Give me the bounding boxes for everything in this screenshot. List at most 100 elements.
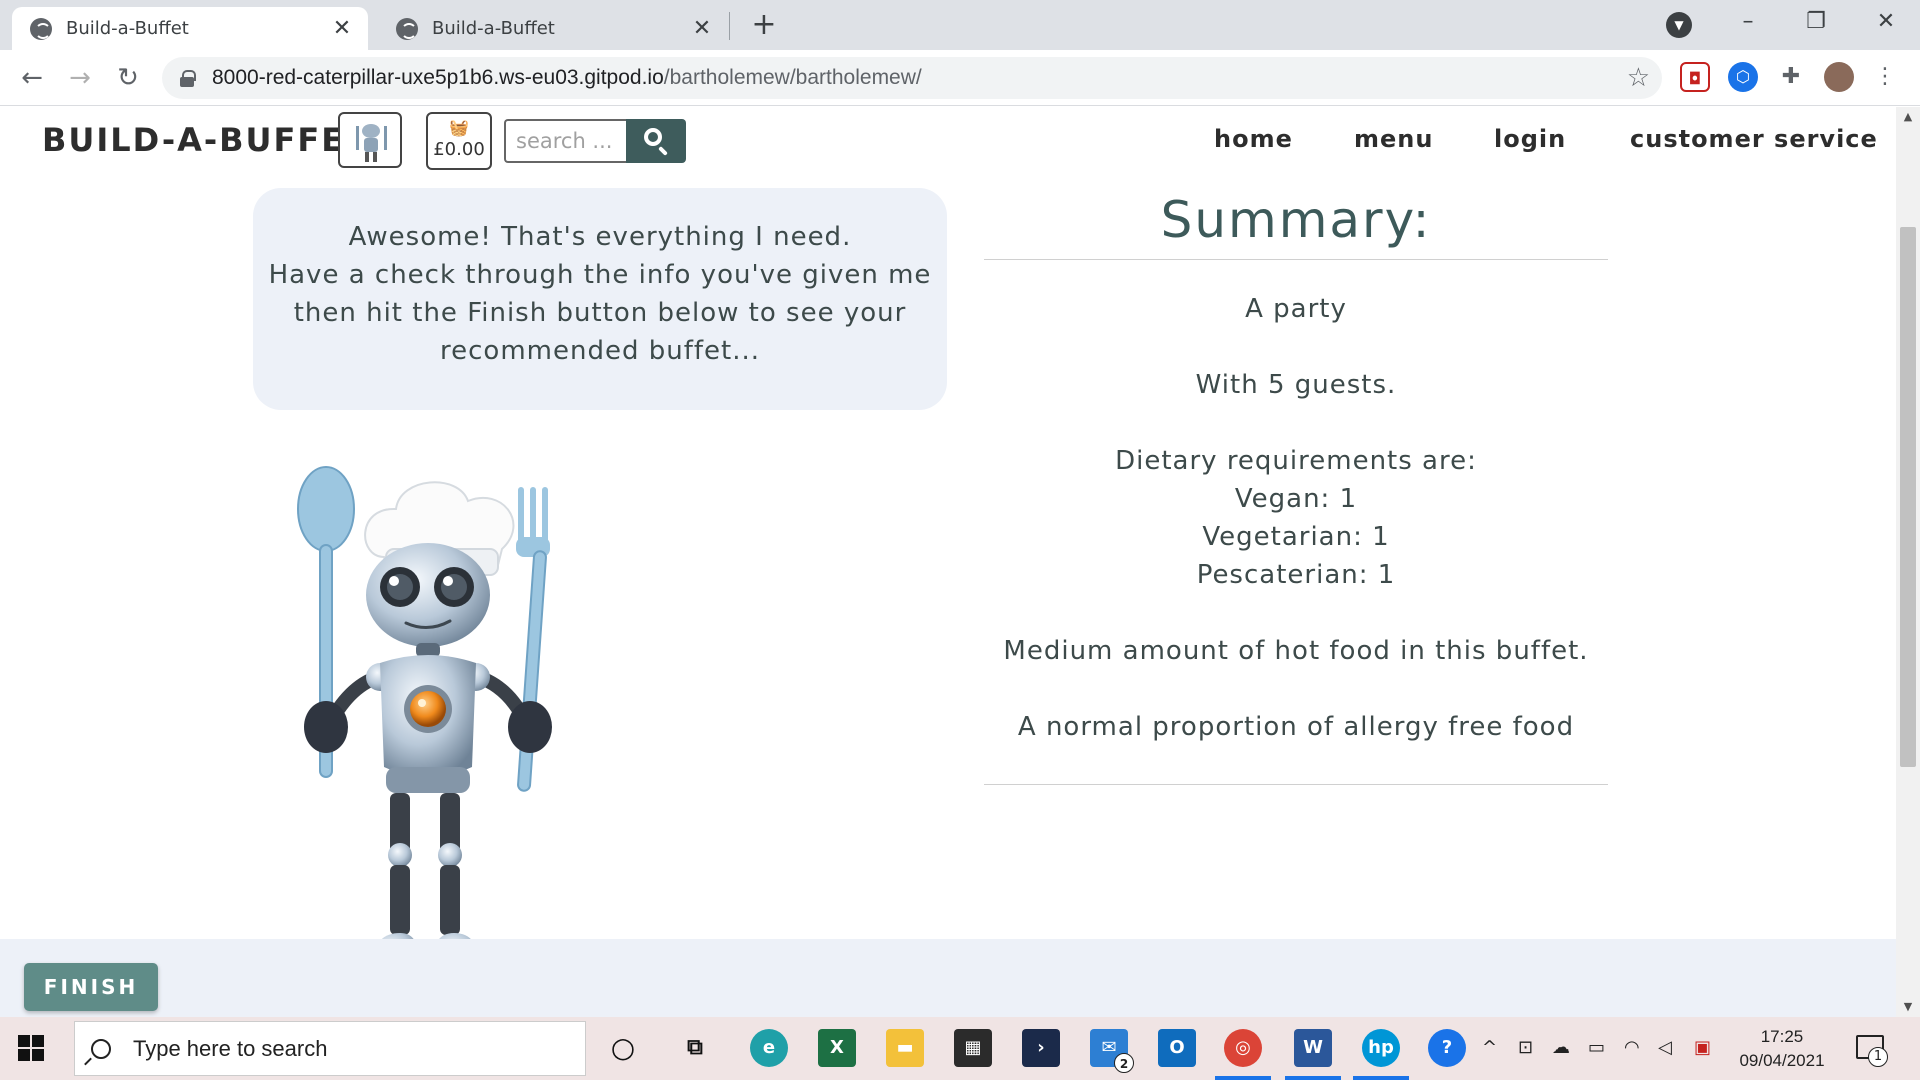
task-view-icon[interactable]: ⧉ (676, 1029, 714, 1067)
chef-robot-illustration (297, 466, 552, 989)
scroll-up-arrow[interactable]: ▲ (1896, 107, 1920, 127)
summary-panel: Summary: A party With 5 guests. Dietary … (984, 185, 1608, 785)
chrome-active-indicator (1215, 1076, 1271, 1080)
bookmark-star-icon[interactable]: ☆ (1627, 63, 1650, 93)
bubble-line: then hit the Finish button below to see … (293, 298, 907, 328)
outlook-icon[interactable]: O (1158, 1029, 1196, 1067)
clock-time: 17:25 (1760, 1027, 1804, 1046)
robot-legs-icon (365, 152, 377, 162)
robot-arm-icon (384, 126, 387, 150)
hp-active-indicator (1353, 1076, 1409, 1080)
close-tab-icon[interactable]: ✕ (688, 15, 716, 43)
chrome-icon[interactable]: ◎ (1224, 1029, 1262, 1067)
forward-arrow-icon[interactable]: → (62, 60, 98, 96)
basket-total: £0.00 (433, 139, 485, 160)
mail-badge: 2 (1114, 1053, 1134, 1073)
bubble-line: Awesome! That's everything I need. (348, 222, 852, 252)
powershell-icon[interactable]: › (1022, 1029, 1060, 1067)
word-active-indicator (1285, 1076, 1341, 1080)
reload-icon[interactable]: ↻ (110, 60, 146, 96)
help-icon[interactable]: ? (1428, 1029, 1466, 1067)
taskbar-clock[interactable]: 17:25 09/04/2021 (1732, 1025, 1832, 1073)
browser-tabstrip: Build-a-Buffet ✕ Build-a-Buffet ✕ + ▼ – … (0, 0, 1920, 50)
chrome-menu-icon[interactable]: ⋮ (1870, 62, 1900, 92)
tray-chevron-icon[interactable]: ^ (1482, 1037, 1497, 1058)
pocket-extension-icon[interactable]: ◘ (1680, 62, 1710, 92)
nav-link-home[interactable]: home (1214, 125, 1293, 153)
lock-icon[interactable] (180, 70, 196, 87)
robot-assistant-button[interactable] (338, 112, 402, 168)
tab-search-icon[interactable]: ▼ (1666, 12, 1692, 38)
summary-dietary-item: Vegetarian: 1 (1202, 522, 1390, 552)
site-navbar: BUILD-A-BUFFET 🧺 £0.00 home menu login c… (0, 107, 1896, 177)
windows-start-icon[interactable] (18, 1035, 46, 1063)
action-center-icon[interactable]: 1 (1856, 1035, 1888, 1067)
browser-tab-active[interactable]: Build-a-Buffet ✕ (12, 7, 368, 50)
page-scrollbar[interactable]: ▲ ▼ (1896, 107, 1920, 1017)
nav-link-customer-service[interactable]: customer service (1630, 125, 1878, 153)
page-viewport: BUILD-A-BUFFET 🧺 £0.00 home menu login c… (0, 107, 1896, 1017)
minimize-button[interactable]: – (1718, 4, 1778, 40)
close-tab-icon[interactable]: ✕ (328, 15, 356, 43)
tab-separator (729, 12, 730, 40)
summary-allergy: A normal proportion of allergy free food (1017, 712, 1575, 742)
battery-icon[interactable]: ▭ (1588, 1037, 1605, 1058)
site-search (504, 119, 686, 163)
search-icon (644, 128, 662, 146)
back-arrow-icon[interactable]: ← (14, 60, 50, 96)
summary-dietary-heading: Dietary requirements are: (1115, 446, 1477, 476)
wifi-icon[interactable]: ◠ (1624, 1037, 1640, 1058)
clock-date: 09/04/2021 (1739, 1051, 1825, 1070)
scrollbar-thumb[interactable] (1900, 227, 1916, 767)
shield-extension-icon[interactable]: ⬡ (1728, 62, 1758, 92)
windows-taskbar: Type here to search ○ ⧉ e X ▬ ▦ › ✉ 2 O … (0, 1017, 1920, 1080)
footer-band (0, 939, 1896, 1017)
edge-browser-icon[interactable]: e (750, 1029, 788, 1067)
globe-icon (396, 17, 418, 40)
excel-icon[interactable]: X (818, 1029, 856, 1067)
robot-head-icon (362, 124, 380, 138)
profile-avatar[interactable] (1824, 62, 1854, 92)
url-path: /bartholemew/bartholemew/ (663, 66, 922, 89)
close-window-button[interactable]: ✕ (1856, 4, 1916, 40)
bubble-line: Have a check through the info you've giv… (268, 260, 932, 290)
nav-link-menu[interactable]: menu (1354, 125, 1433, 153)
search-input[interactable] (504, 119, 626, 163)
extensions-puzzle-icon[interactable]: ✚ (1776, 62, 1806, 92)
url-host: 8000-red-caterpillar-uxe5p1b6.ws-eu03.gi… (212, 66, 664, 89)
summary-hot-food: Medium amount of hot food in this buffet… (1003, 636, 1589, 666)
summary-title: Summary: (1160, 191, 1432, 249)
tab-title: Build-a-Buffet (66, 18, 189, 39)
word-icon[interactable]: W (1294, 1029, 1332, 1067)
new-tab-button[interactable]: + (748, 10, 780, 42)
onedrive-icon[interactable]: ☁ (1552, 1037, 1570, 1058)
summary-top-divider (984, 259, 1608, 260)
basket-button[interactable]: 🧺 £0.00 (426, 112, 492, 170)
nav-link-login[interactable]: login (1494, 125, 1566, 153)
taskbar-search-placeholder: Type here to search (133, 1035, 328, 1061)
address-bar[interactable]: 8000-red-caterpillar-uxe5p1b6.ws-eu03.gi… (162, 57, 1662, 99)
summary-guests: With 5 guests. (1195, 370, 1397, 400)
microsoft-store-icon[interactable]: ▦ (954, 1029, 992, 1067)
cortana-icon[interactable]: ○ (604, 1029, 642, 1067)
finish-button[interactable]: FINISH (24, 963, 158, 1011)
site-brand[interactable]: BUILD-A-BUFFET (42, 121, 369, 159)
meet-now-icon[interactable]: ⊡ (1518, 1037, 1533, 1058)
file-explorer-icon[interactable]: ▬ (886, 1029, 924, 1067)
scroll-down-arrow[interactable]: ▼ (1896, 997, 1920, 1017)
volume-icon[interactable]: ◁ (1658, 1037, 1672, 1058)
restore-button[interactable]: ❐ (1786, 4, 1846, 40)
browser-tab-inactive[interactable]: Build-a-Buffet ✕ (378, 7, 728, 50)
url-text: 8000-red-caterpillar-uxe5p1b6.ws-eu03.gi… (212, 66, 922, 90)
summary-occasion: A party (1245, 294, 1347, 324)
globe-icon (30, 17, 52, 40)
assistant-speech-bubble: Awesome! That's everything I need. Have … (253, 188, 947, 410)
summary-dietary-item: Vegan: 1 (1234, 484, 1358, 514)
hp-icon[interactable]: hp (1362, 1029, 1400, 1067)
robot-body-icon (364, 138, 378, 152)
search-button[interactable] (626, 119, 686, 163)
summary-dietary-item: Pescaterian: 1 (1196, 560, 1396, 590)
calendar-badge-icon[interactable]: ▣ (1694, 1037, 1711, 1058)
taskbar-search-box[interactable]: Type here to search (74, 1021, 586, 1076)
browser-toolbar: ← → ↻ 8000-red-caterpillar-uxe5p1b6.ws-e… (0, 50, 1920, 106)
